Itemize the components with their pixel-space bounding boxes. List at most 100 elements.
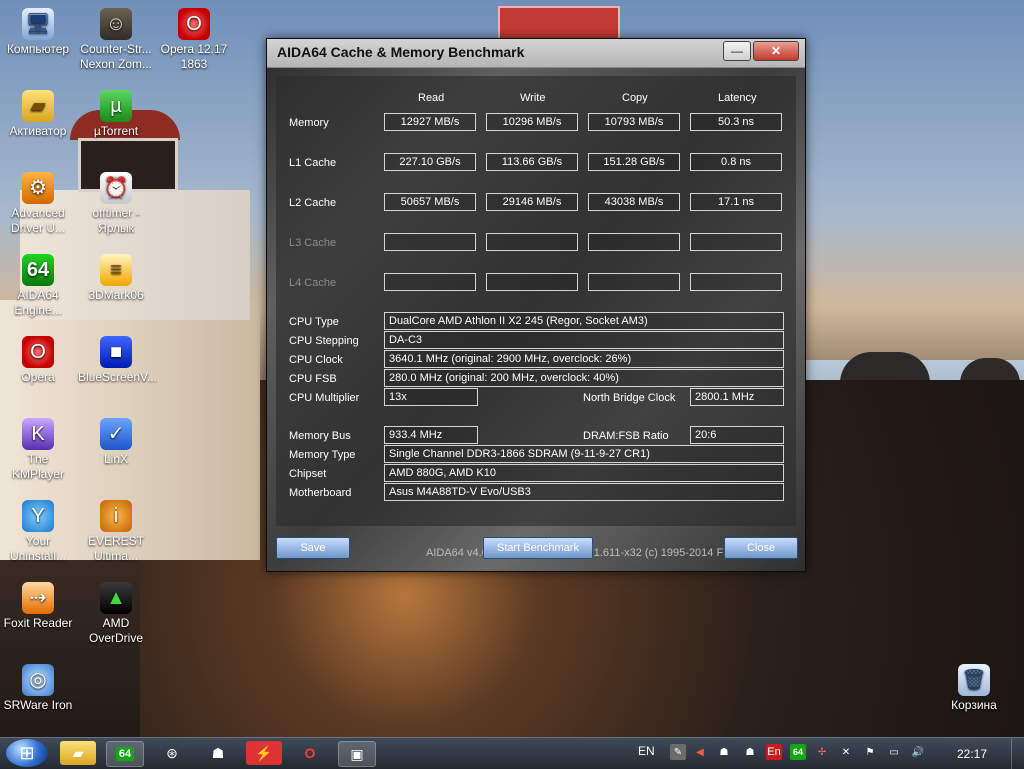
desktop-icon-label: 3DMark06 [88,288,144,302]
row-label-l4-cache: L4 Cache [289,277,337,289]
3dmark-icon: ≡ [100,254,132,286]
memory-write-value: 10296 MB/s [486,113,578,131]
tray-alien-icon[interactable]: ☗ [742,744,758,760]
cpu-icon: ⊛ [166,744,178,761]
desktop-icon-label: Компьютер [6,42,70,56]
start-button[interactable]: ⊞ [6,739,48,767]
taskbar-app-button[interactable]: ☗ [200,741,236,765]
row-label-memory: Memory [289,117,329,129]
tray-network-icon[interactable]: ✢ [814,744,830,760]
tray-alien-icon[interactable]: ☗ [716,744,732,760]
desktop-icon-bluescreenview[interactable]: ■ BlueScreenV... [78,336,157,385]
tray-display-icon[interactable]: ▭ [886,744,902,760]
tray-speaker-icon[interactable]: ◀ [692,744,708,760]
l1-write-value: 113.66 GB/s [486,153,578,171]
recycle-bin-icon: 🗑 [958,664,990,696]
taskbar-explorer-button[interactable]: ▰ [60,741,96,765]
window-titlebar[interactable]: AIDA64 Cache & Memory Benchmark — ✕ [267,39,805,68]
close-window-button[interactable]: ✕ [753,41,799,61]
desktop-icon-label: The KMPlayer [11,452,64,481]
motherboard-label: Motherboard [289,487,352,499]
desktop-icon-your-uninstaller[interactable]: Y Your Uninstall... [0,500,76,564]
desktop-icon-srware-iron[interactable]: ◎ SRWare Iron [0,664,76,713]
desktop-icon-opera-12[interactable]: O Opera 12.17 1863 [156,8,232,72]
save-button[interactable]: Save [276,537,350,559]
desktop-icon-label: BlueScreenV... [78,370,157,384]
desktop-icon-opera[interactable]: O Opera [0,336,76,385]
desktop-icon-foxit-reader[interactable]: ⇢ Foxit Reader [0,582,76,631]
foxit-icon: ⇢ [22,582,54,614]
desktop-icon-recycle-bin[interactable]: 🗑 Корзина [936,664,1012,713]
desktop-icon-counter-strike[interactable]: ☺ Counter-Str... Nexon Zom... [78,8,154,72]
cpu-multiplier-label: CPU Multiplier [289,392,360,404]
north-bridge-clock-label: North Bridge Clock [583,392,676,404]
l4-copy-value [588,273,680,291]
desktop-icon-label: µTorrent [93,124,139,138]
desktop-icon-label: EVEREST Ultima... [87,534,144,563]
taskbar-aida64-button[interactable]: 64 [106,741,144,767]
desktop-icon-3dmark06[interactable]: ≡ 3DMark06 [78,254,154,303]
row-label-l1-cache: L1 Cache [289,157,337,169]
desktop-icon-label: Opera [21,370,55,384]
desktop-icon-label: Foxit Reader [3,616,73,630]
kmplayer-icon: K [22,418,54,450]
desktop-icon-activator[interactable]: ▰ Активатор [0,90,76,139]
desktop-icon-everest[interactable]: i EVEREST Ultima... [78,500,154,564]
desktop-icon-label: offtimer - Ярлык [92,206,140,235]
l2-read-value: 50657 MB/s [384,193,476,211]
desktop-icon-linx[interactable]: ✓ LinX [78,418,154,467]
desktop-icon-utorrent[interactable]: µ µTorrent [78,90,154,139]
game-icon: ☺ [100,8,132,40]
memory-latency-value: 50.3 ns [690,113,782,131]
l4-write-value [486,273,578,291]
column-header-copy: Copy [622,92,648,104]
show-desktop-button[interactable] [1011,738,1024,769]
start-benchmark-button[interactable]: Start Benchmark [483,537,593,559]
l2-copy-value: 43038 MB/s [588,193,680,211]
tray-language-en-icon[interactable]: En [766,744,782,760]
desktop-icon-label: Advanced Driver U... [11,206,65,235]
memory-bus-label: Memory Bus [289,430,351,442]
taskbar-app-button[interactable]: ⊛ [154,741,190,765]
language-indicator[interactable]: EN [638,744,655,758]
desktop-icon-kmplayer[interactable]: K The KMPlayer [0,418,76,482]
cpu-type-value: DualCore AMD Athlon II X2 245 (Regor, So… [384,312,784,330]
taskbar-app-button[interactable]: ⚡ [246,741,282,765]
desktop-icon-label: Your Uninstall... [9,534,67,563]
memory-type-label: Memory Type [289,449,356,461]
close-button[interactable]: Close [724,537,798,559]
tray-volume-icon[interactable]: 🔊 [910,744,926,760]
clock[interactable]: 22:17 [957,747,987,761]
driver-updater-icon: ⚙ [22,172,54,204]
tray-x-icon[interactable]: ✕ [838,744,854,760]
desktop-icon-computer[interactable]: 🖥 Компьютер [0,8,76,57]
lightning-icon: ⚡ [255,744,273,761]
desktop-icon-offtimer[interactable]: ⏰ offtimer - Ярлык [78,172,154,236]
cpu-multiplier-value: 13x [384,388,478,406]
timer-icon: ⏰ [100,172,132,204]
tray-tool-icon[interactable]: ✎ [670,744,686,760]
column-header-read: Read [418,92,445,104]
desktop-icon-amd-overdrive[interactable]: ▲ AMD OverDrive [78,582,154,646]
l3-latency-value [690,233,782,251]
north-bridge-clock-value: 2800.1 MHz [690,388,784,406]
desktop-icon-label: AIDA64 Engine... [14,288,62,317]
aida64-benchmark-window[interactable]: AIDA64 Cache & Memory Benchmark — ✕ Read… [266,38,806,572]
tray-flag-icon[interactable]: ⚑ [862,744,878,760]
desktop-icon-label: LinX [103,452,129,466]
memory-type-value: Single Channel DDR3-1866 SDRAM (9-11-9-2… [384,445,784,463]
opera-icon: O [178,8,210,40]
linx-icon: ✓ [100,418,132,450]
minimize-button[interactable]: — [723,41,751,61]
folder-icon: ▰ [72,744,84,761]
l2-write-value: 29146 MB/s [486,193,578,211]
taskbar-app-button[interactable]: ▣ [338,741,376,767]
tray-aida64-icon[interactable]: 64 [790,744,806,760]
taskbar-opera-button[interactable]: O [292,741,328,765]
desktop-icon-label: AMD OverDrive [88,616,143,645]
cpu-clock-label: CPU Clock [289,354,343,366]
desktop-icon-advanced-driver-updater[interactable]: ⚙ Advanced Driver U... [0,172,76,236]
windows-logo-icon: ⊞ [19,742,35,763]
opera-icon: O [22,336,54,368]
desktop-icon-aida64[interactable]: 64 AIDA64 Engine... [0,254,76,318]
